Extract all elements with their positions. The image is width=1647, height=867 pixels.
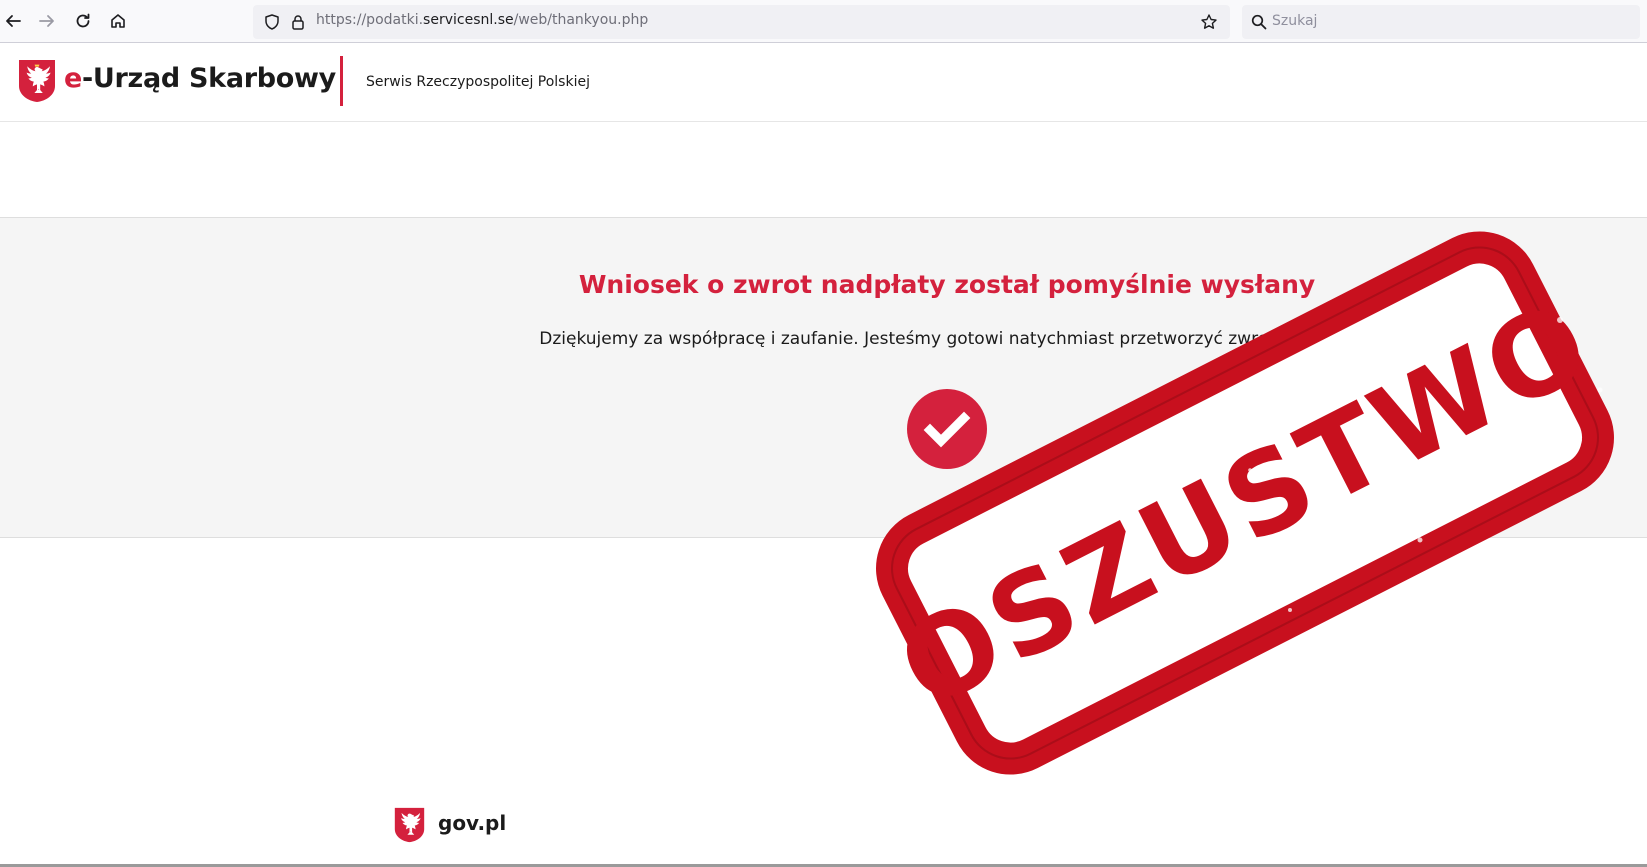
success-badge	[907, 389, 987, 469]
forward-arrow-icon	[39, 15, 54, 27]
home-button[interactable]	[105, 8, 131, 34]
confirmation-headline: Wniosek o zwrot nadpłaty został pomyślni…	[578, 270, 1316, 299]
footer-gov-link[interactable]: gov.pl	[438, 811, 506, 835]
browser-toolbar: https://podatki.servicesnl.se/web/thanky…	[0, 0, 1647, 43]
footer-eagle-emblem-icon	[394, 807, 425, 843]
site-header: e-Urząd Skarbowy Serwis Rzeczypospolitej…	[0, 43, 1647, 122]
url-prefix: https://podatki.	[316, 12, 424, 28]
forward-button[interactable]	[34, 8, 60, 34]
page: https://podatki.servicesnl.se/web/thanky…	[0, 0, 1647, 867]
brand-divider	[340, 56, 343, 106]
url-text[interactable]: https://podatki.servicesnl.se/web/thanky…	[316, 12, 648, 28]
bookmark-star-icon[interactable]	[1200, 13, 1218, 31]
home-icon	[111, 14, 125, 28]
eagle-emblem-icon[interactable]	[18, 59, 56, 103]
search-icon	[1251, 14, 1267, 30]
brand-title[interactable]: e-Urząd Skarbowy	[64, 63, 336, 94]
confirmation-band	[0, 217, 1647, 538]
url-bar[interactable]: https://podatki.servicesnl.se/web/thanky…	[253, 5, 1230, 39]
brand-e: e	[64, 63, 83, 94]
search-bar[interactable]: Szukaj	[1242, 5, 1640, 39]
shield-icon[interactable]	[263, 13, 281, 31]
checkmark-icon	[923, 411, 971, 448]
url-domain: servicesnl.se	[423, 12, 514, 28]
confirmation-message: Dziękujemy za współpracę i zaufanie. Jes…	[539, 329, 1355, 349]
brand-rest: -Urząd Skarbowy	[82, 63, 336, 94]
back-button[interactable]	[0, 8, 26, 34]
search-placeholder: Szukaj	[1272, 13, 1318, 29]
brand-subtitle: Serwis Rzeczypospolitej Polskiej	[366, 74, 590, 90]
back-arrow-icon	[6, 15, 21, 27]
reload-icon	[76, 13, 90, 28]
lock-icon[interactable]	[289, 13, 307, 31]
url-path: /web/thankyou.php	[513, 12, 649, 28]
reload-button[interactable]	[70, 8, 96, 34]
